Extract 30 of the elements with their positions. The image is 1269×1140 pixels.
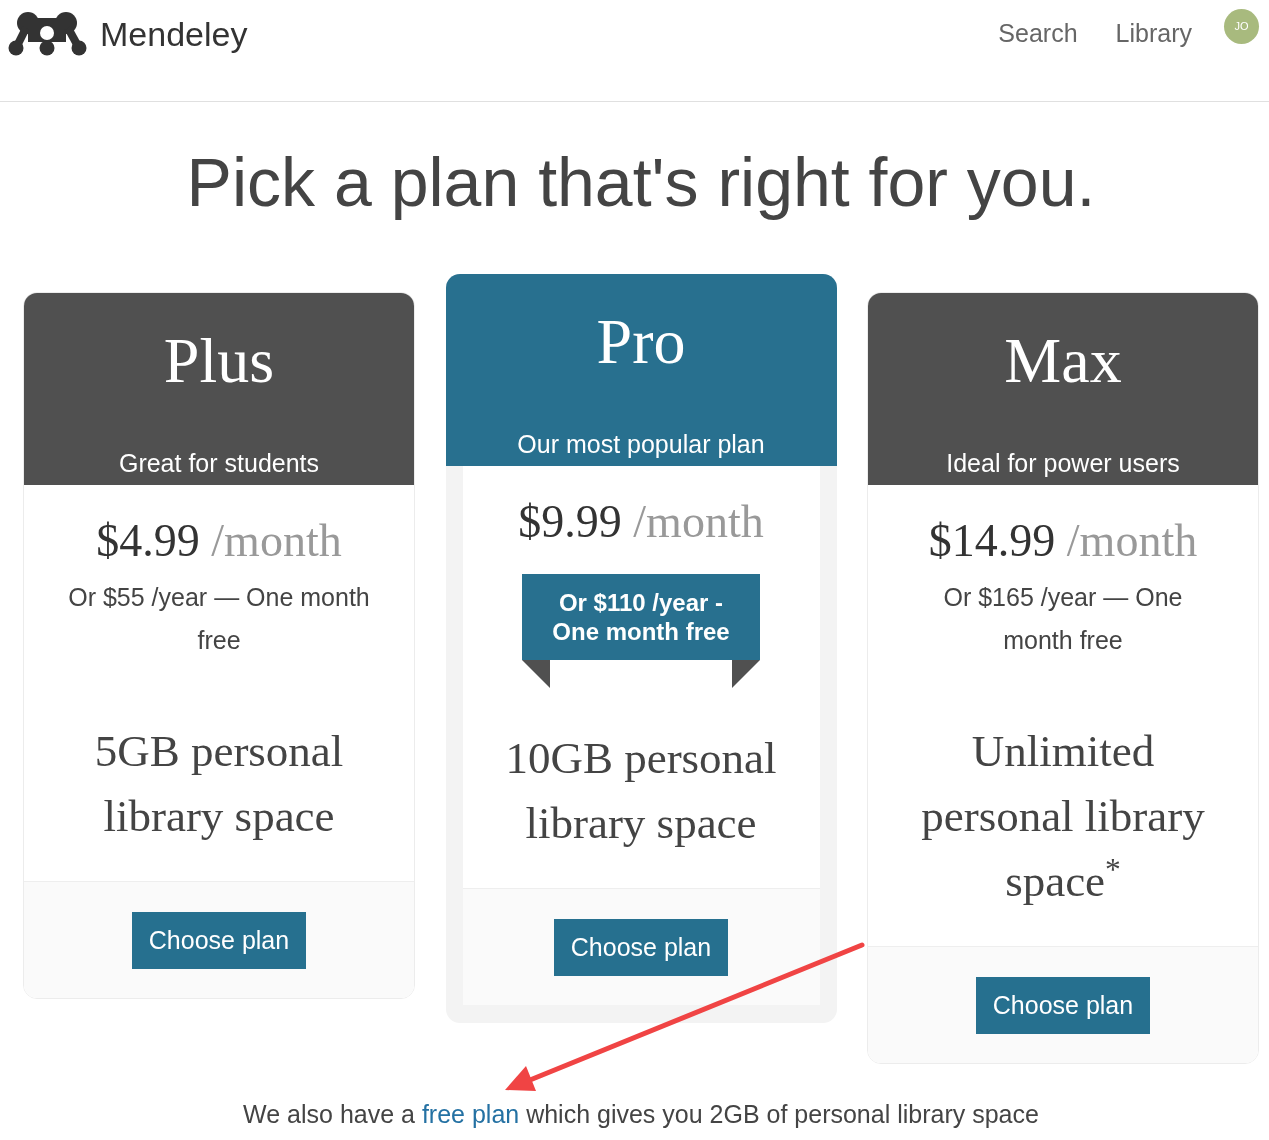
plan-tagline: Our most popular plan: [516, 429, 766, 460]
plan-tagline: Great for students: [117, 448, 321, 479]
price-amount: $9.99: [518, 496, 622, 547]
plan-name: Pro: [595, 305, 687, 379]
price-period: /month: [1066, 515, 1198, 566]
free-plan-note: We also have a free plan which gives you 2GB of personal library space: [242, 1099, 1040, 1130]
plan-name: Plus: [162, 324, 276, 398]
storage-feature: Unlimited personal library space$^{*}$: [920, 725, 1206, 908]
yearly-price-note: Or $55 /year — One month free: [67, 582, 371, 656]
choose-plan-button[interactable]: Choose plan: [553, 919, 729, 976]
price-period: /month: [633, 496, 764, 547]
ribbon-fold-icon: [732, 660, 760, 688]
yearly-price-note: Or $165 /year — One month free: [942, 582, 1184, 656]
brand-name: Mendeley: [100, 14, 248, 55]
price-amount: $14.99: [928, 515, 1056, 566]
ribbon-fold-icon: [522, 660, 550, 688]
storage-feature: 10GB personal library space: [504, 732, 778, 850]
plan-tagline: Ideal for power users: [945, 448, 1181, 479]
nav-link[interactable]: Search: [998, 13, 1078, 53]
page-title: Pick a plan that's right for you.: [185, 143, 1097, 222]
plan-name: Max: [1003, 324, 1123, 398]
choose-plan-button[interactable]: Choose plan: [131, 912, 307, 969]
nav-link[interactable]: Library: [1115, 13, 1192, 53]
free-plan-link[interactable]: free plan: [421, 1100, 520, 1128]
yearly-price-banner: Or $110 /year - One month free: [522, 574, 760, 660]
choose-plan-button[interactable]: Choose plan: [975, 977, 1151, 1034]
logo-icon[interactable]: [8, 12, 88, 56]
price-period: /month: [211, 515, 342, 566]
price-amount: $4.99: [96, 515, 200, 566]
storage-feature: 5GB personal library space: [93, 725, 345, 843]
